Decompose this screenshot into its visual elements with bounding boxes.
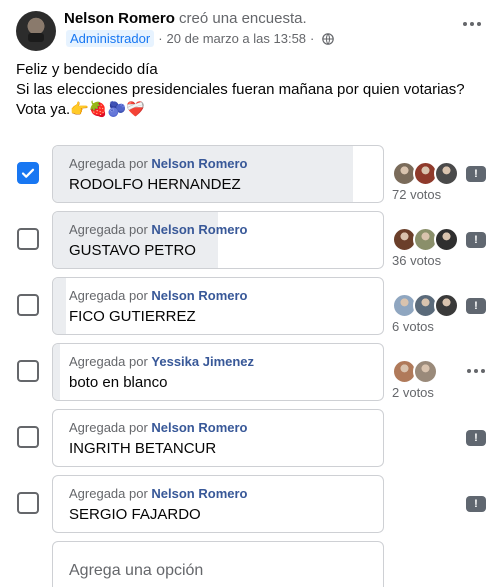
report-icon[interactable]: ! [466,298,486,314]
add-option-field[interactable] [52,541,384,587]
globe-icon [322,32,335,45]
option-label: GUSTAVO PETRO [69,242,196,259]
meta-separator: · [158,31,163,46]
voter-avatar[interactable] [434,293,459,318]
vote-count[interactable]: 6 votos [392,319,434,334]
voter-avatar[interactable] [434,227,459,252]
post-text-line: Feliz y bendecido día [16,61,158,78]
post-text-line: Si las elecciones presidenciales fueran … [16,81,465,98]
option-box[interactable]: Agregada por Nelson Romero FICO GUTIERREZ [52,277,384,335]
voter-avatar[interactable] [434,161,459,186]
post-action: creó una encuesta. [179,10,307,27]
option-box[interactable]: Agregada por Yessika Jimenez boto en blan… [52,343,384,401]
option-checkbox[interactable] [17,294,39,316]
vote-count[interactable]: 72 votos [392,187,441,202]
post-meta: Administrador · 20 de marzo a las 13:58 … [64,30,335,47]
voter-avatar[interactable] [413,359,438,384]
added-by-prefix: Agregada por [69,420,148,435]
add-option-input[interactable] [69,562,369,580]
voter-avatars[interactable] [392,359,462,385]
poll-option: Agregada por Nelson Romero INGRITH BETANC… [0,409,500,467]
poll-option: Agregada por Yessika Jimenez boto en blan… [0,343,500,401]
option-progress-fill [53,278,67,334]
header-title: Nelson Romero creó una encuesta. [64,10,307,27]
poll-option: Agregada por Nelson Romero GUSTAVO PETRO 3… [0,211,500,269]
post-more-options-icon[interactable] [458,14,486,34]
option-added-by: Agregada por Nelson Romero [69,156,247,171]
added-by-name[interactable]: Nelson Romero [151,420,247,435]
poll-option: Agregada por Nelson Romero FICO GUTIERREZ… [0,277,500,335]
option-box[interactable]: Agregada por Nelson Romero SERGIO FAJARDO [52,475,384,533]
report-icon[interactable]: ! [466,430,486,446]
option-checkbox[interactable] [17,492,39,514]
poll-option: Agregada por Nelson Romero SERGIO FAJARDO… [0,475,500,533]
checkmark-icon [21,168,35,178]
option-added-by: Agregada por Nelson Romero [69,222,247,237]
added-by-prefix: Agregada por [69,288,148,303]
option-label: SERGIO FAJARDO [69,506,201,523]
added-by-name[interactable]: Yessika Jimenez [151,354,254,369]
option-more-icon[interactable] [464,365,488,377]
added-by-name[interactable]: Nelson Romero [151,156,247,171]
added-by-name[interactable]: Nelson Romero [151,222,247,237]
report-icon[interactable]: ! [466,232,486,248]
option-box[interactable]: Agregada por Nelson Romero INGRITH BETANC… [52,409,384,467]
report-icon[interactable]: ! [466,166,486,182]
option-progress-fill [53,212,218,268]
added-by-prefix: Agregada por [69,354,148,369]
post-text-line: Vota ya.👉🍓🫐❤️‍🩹 [16,101,145,118]
author-avatar[interactable] [16,11,56,51]
role-badge[interactable]: Administrador [66,30,155,47]
author-name[interactable]: Nelson Romero [64,10,175,27]
option-checkbox[interactable] [17,426,39,448]
added-by-prefix: Agregada por [69,222,148,237]
voter-avatars[interactable] [392,161,462,187]
meta-separator: · [310,31,315,46]
option-checkbox[interactable] [17,360,39,382]
option-added-by: Agregada por Nelson Romero [69,420,247,435]
voter-avatars[interactable] [392,227,462,253]
report-icon[interactable]: ! [466,496,486,512]
option-progress-fill [53,146,354,202]
option-checkbox[interactable] [17,162,39,184]
post-header: Nelson Romero creó una encuesta. Adminis… [16,8,486,52]
option-progress-fill [53,344,60,400]
vote-count[interactable]: 2 votos [392,385,434,400]
post-timestamp[interactable]: 20 de marzo a las 13:58 [167,31,306,46]
added-by-name[interactable]: Nelson Romero [151,288,247,303]
option-label: boto en blanco [69,374,168,391]
added-by-prefix: Agregada por [69,486,148,501]
option-added-by: Agregada por Nelson Romero [69,288,247,303]
option-label: RODOLFO HERNANDEZ [69,176,241,193]
voter-avatars[interactable] [392,293,462,319]
added-by-prefix: Agregada por [69,156,148,171]
post-text: Feliz y bendecido día Si las elecciones … [16,60,486,120]
option-added-by: Agregada por Yessika Jimenez [69,354,254,369]
option-box[interactable]: Agregada por Nelson Romero RODOLFO HERNAN… [52,145,384,203]
option-label: INGRITH BETANCUR [69,440,217,457]
poll-option: Agregada por Nelson Romero RODOLFO HERNAN… [0,145,500,203]
added-by-name[interactable]: Nelson Romero [151,486,247,501]
option-box[interactable]: Agregada por Nelson Romero GUSTAVO PETRO [52,211,384,269]
option-label: FICO GUTIERREZ [69,308,196,325]
vote-count[interactable]: 36 votos [392,253,441,268]
option-checkbox[interactable] [17,228,39,250]
option-added-by: Agregada por Nelson Romero [69,486,247,501]
